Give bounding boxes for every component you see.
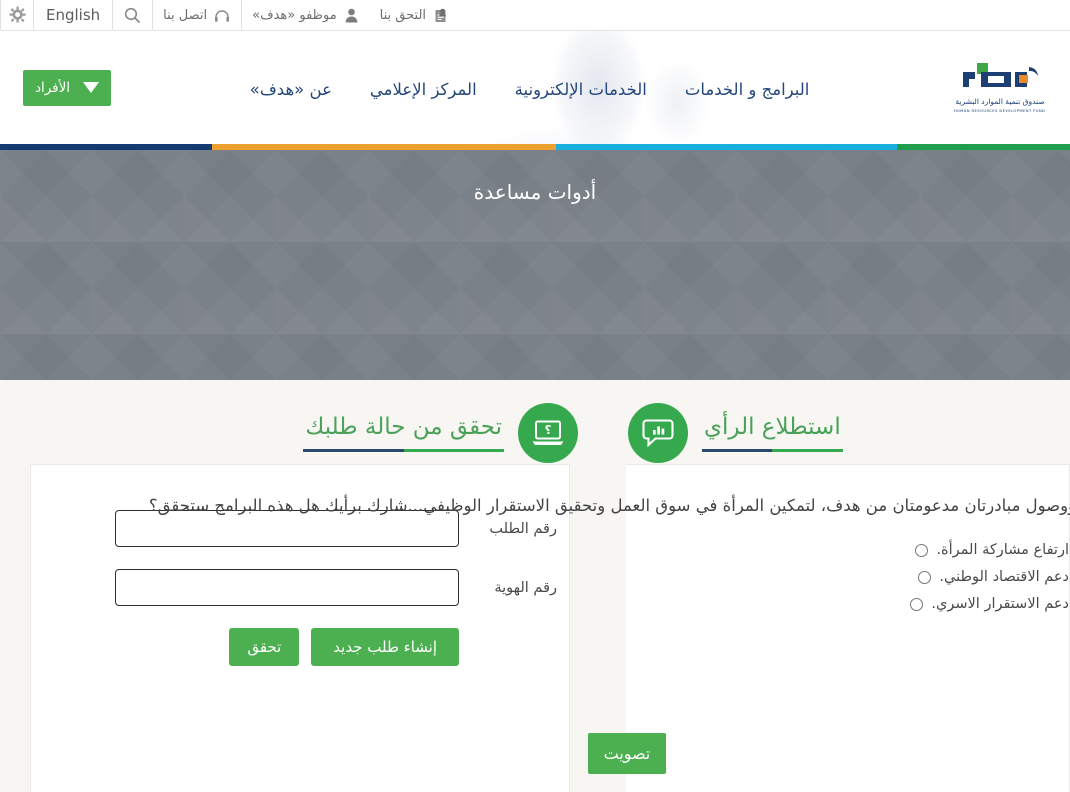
poll-option-women-participation[interactable]: ارتفاع مشاركة المرأة. [915, 542, 1069, 558]
status-panel-title: تحقق من حالة طلبك [305, 414, 502, 440]
poll-panel-header: استطلاع الرأي [628, 402, 1070, 464]
poll-option-national-economy[interactable]: دعم الاقتصاد الوطني. [918, 569, 1069, 585]
poll-radio-national-economy[interactable] [918, 570, 932, 584]
status-check-panel: ؟ تحقق من حالة طلبك رقم الطلب رقم الهوية [0, 402, 586, 792]
hero-title: أدوات مساعدة [473, 180, 597, 204]
poll-question: قُرّة ووصول مبادرتان مدعومتان من هدف، لت… [148, 496, 1070, 515]
site-logo[interactable]: صندوق تنمية الموارد البشرية HUMAN RESOUR… [948, 62, 1052, 113]
id-number-input[interactable] [115, 569, 459, 606]
poll-panel: استطلاع الرأي قُرّة ووصول مبادرتان مدعوم… [148, 402, 1070, 792]
poll-radio-family-stability[interactable] [910, 597, 924, 611]
individuals-dropdown-button[interactable]: الأفراد [23, 69, 111, 106]
logo-english-name: HUMAN RESOURCES DEVELOPMENT FUND [954, 108, 1046, 113]
svg-text:؟: ؟ [545, 423, 552, 437]
topbar-item-search[interactable] [112, 0, 152, 30]
topbar-item-settings[interactable] [0, 0, 33, 30]
topbar-item-register[interactable]: التحق بنا [370, 0, 459, 30]
register-icon [432, 7, 449, 24]
individuals-button-label: الأفراد [34, 79, 71, 96]
status-title-underline [303, 449, 504, 452]
id-number-row: رقم الهوية [31, 569, 557, 606]
top-utility-bar: التحق بنا موظفو «هدف» اتصل بنا English [0, 0, 1070, 31]
nav-item-media-center[interactable]: المركز الإعلامي [370, 80, 477, 99]
poll-options-group: ارتفاع مشاركة المرأة. دعم الاقتصاد الوطن… [626, 542, 1069, 612]
poll-chat-icon [628, 403, 688, 463]
poll-title-underline [702, 449, 843, 452]
poll-panel-title: استطلاع الرأي [704, 414, 841, 440]
hero-banner: أدوات مساعدة [0, 150, 1070, 380]
gear-icon[interactable] [9, 6, 28, 25]
poll-option-label: ارتفاع مشاركة المرأة. [936, 542, 1069, 558]
topbar-label-contact: اتصل بنا [163, 7, 208, 23]
vote-button[interactable]: تصويت [588, 733, 666, 774]
topbar-label-register: التحق بنا [379, 7, 427, 23]
chevron-down-icon [83, 82, 100, 93]
topbar-label-employees: موظفو «هدف» [252, 7, 337, 23]
laptop-question-icon: ؟ [518, 403, 578, 463]
logo-arabic-name: صندوق تنمية الموارد البشرية [955, 96, 1045, 106]
verify-button[interactable]: تحقق [229, 628, 300, 666]
topbar-item-language[interactable]: English [33, 0, 112, 30]
request-number-label: رقم الطلب [489, 520, 557, 537]
create-new-request-button[interactable]: إنشاء طلب جديد [311, 628, 459, 666]
poll-option-label: دعم الاستقرار الاسري. [931, 596, 1069, 612]
poll-card: قُرّة ووصول مبادرتان مدعومتان من هدف، لت… [148, 464, 1070, 792]
logo-mark [963, 62, 1038, 87]
status-form-actions: إنشاء طلب جديد تحقق [31, 628, 557, 666]
main-navigation: البرامج و الخدمات الخدمات الإلكترونية ال… [111, 80, 948, 99]
nav-item-programs-services[interactable]: البرامج و الخدمات [685, 80, 810, 99]
nav-item-about-hadaf[interactable]: عن «هدف» [250, 80, 332, 99]
poll-option-label: دعم الاقتصاد الوطني. [939, 569, 1069, 585]
poll-radio-women-participation[interactable] [915, 543, 929, 557]
search-icon[interactable] [123, 6, 142, 25]
site-header: صندوق تنمية الموارد البشرية HUMAN RESOUR… [0, 31, 1070, 144]
id-number-label: رقم الهوية [494, 579, 557, 596]
nav-item-e-services[interactable]: الخدمات الإلكترونية [515, 80, 647, 99]
user-icon [343, 7, 360, 24]
headset-icon [213, 7, 231, 24]
poll-option-family-stability[interactable]: دعم الاستقرار الاسري. [910, 596, 1069, 612]
status-panel-header: ؟ تحقق من حالة طلبك [0, 402, 586, 464]
content-panels: استطلاع الرأي قُرّة ووصول مبادرتان مدعوم… [0, 380, 1070, 792]
language-label: English [46, 6, 101, 24]
topbar-item-contact[interactable]: اتصل بنا [152, 0, 241, 30]
topbar-item-employees[interactable]: موظفو «هدف» [241, 0, 370, 30]
